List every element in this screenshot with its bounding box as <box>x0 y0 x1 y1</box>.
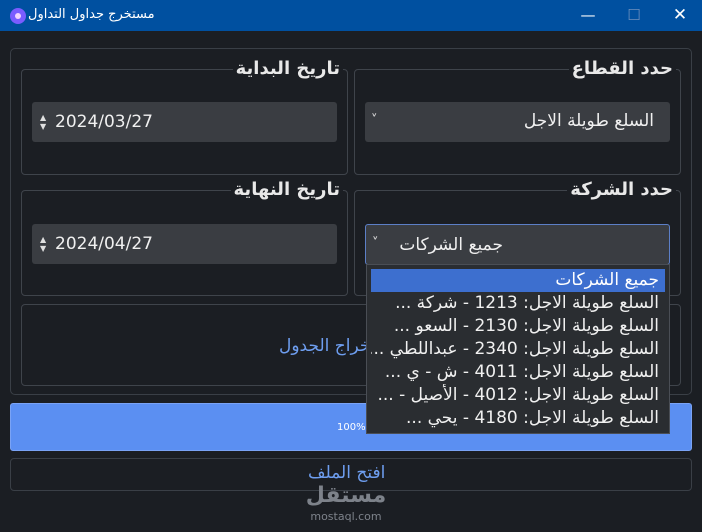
spin-down-icon[interactable]: ▼ <box>40 122 48 131</box>
company-option[interactable]: جميع الشركات <box>371 269 665 292</box>
window-title: مستخرج جداول التداول <box>28 7 155 22</box>
end-date-title: تاريخ النهاية <box>230 179 343 200</box>
open-file-label[interactable]: افتح الملف <box>308 463 385 483</box>
company-option[interactable]: السلع طويلة الاجل: 2340 - عبداللطي ... <box>371 338 665 361</box>
company-option[interactable]: السلع طويلة الاجل: 1213 - شركة ... <box>371 292 665 315</box>
close-button[interactable]: ✕ <box>657 0 702 31</box>
chevron-down-icon: ˅ <box>371 113 378 128</box>
maximize-button[interactable]: ☐ <box>611 0 657 31</box>
sector-selected-value: السلع طويلة الاجل <box>523 111 654 131</box>
start-date-value: 2024/03/27 <box>55 112 153 132</box>
end-date-value: 2024/04/27 <box>55 234 153 254</box>
app-window: مستخرج جداول التداول — ☐ ✕ حدد القطاع ال… <box>0 0 702 532</box>
start-date-title: تاريخ البداية <box>232 58 343 79</box>
end-date-input[interactable]: ▲ ▼ 2024/04/27 <box>32 224 337 264</box>
company-option[interactable]: السلع طويلة الاجل: 4011 - ش - ي ... <box>371 361 665 384</box>
watermark-sub: mostaql.com <box>310 510 382 523</box>
watermark-logo: مستقل mostaql.com <box>296 482 396 530</box>
chevron-down-icon: ˅ <box>372 236 379 251</box>
watermark-main: مستقل <box>305 483 387 508</box>
company-dropdown-list[interactable]: جميع الشركات السلع طويلة الاجل: 1213 - ش… <box>366 264 670 434</box>
company-option[interactable]: السلع طويلة الاجل: 4012 - الأصيل - ... <box>371 384 665 407</box>
start-date-input[interactable]: ▲ ▼ 2024/03/27 <box>32 102 337 142</box>
spin-up-icon[interactable]: ▲ <box>40 235 48 244</box>
app-logo-icon <box>10 8 26 24</box>
company-option[interactable]: السلع طويلة الاجل: 2130 - السعو ... <box>371 315 665 338</box>
sector-title: حدد القطاع <box>568 58 676 79</box>
sector-combobox[interactable]: السلع طويلة الاجل ˅ <box>365 102 670 142</box>
company-combobox[interactable]: جميع الشركات ˅ <box>365 224 670 265</box>
company-option[interactable]: السلع طويلة الاجل: 4180 - يحي ... <box>371 407 665 430</box>
spin-up-icon[interactable]: ▲ <box>40 113 48 122</box>
end-date-spin-arrows[interactable]: ▲ ▼ <box>40 235 48 253</box>
start-date-spin-arrows[interactable]: ▲ ▼ <box>40 113 48 131</box>
spin-down-icon[interactable]: ▼ <box>40 244 48 253</box>
minimize-button[interactable]: — <box>565 0 611 31</box>
company-title: حدد الشركة <box>567 179 676 200</box>
company-selected-value: جميع الشركات <box>399 235 503 255</box>
progress-text: 100% <box>337 422 366 433</box>
title-bar[interactable]: مستخرج جداول التداول — ☐ ✕ <box>0 0 702 31</box>
